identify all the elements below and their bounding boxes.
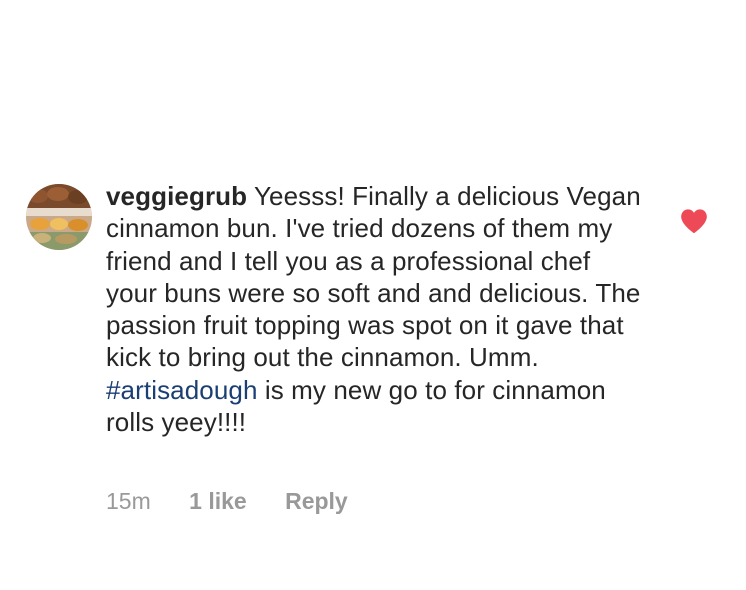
comment-timestamp: 15m: [106, 488, 151, 514]
food-photo-avatar-icon: [26, 184, 92, 250]
likes-count-link[interactable]: 1 like: [189, 488, 247, 515]
hashtag-link[interactable]: #artisadough: [106, 375, 258, 405]
avatar[interactable]: [26, 184, 92, 250]
like-heart-icon[interactable]: [680, 208, 708, 234]
reply-button[interactable]: Reply: [285, 488, 348, 515]
comment-username[interactable]: veggiegrub: [106, 181, 247, 211]
comment-body: veggiegrub Yeesss! Finally a delicious V…: [106, 180, 646, 438]
comment-meta: 15m 1 like Reply: [106, 488, 348, 515]
